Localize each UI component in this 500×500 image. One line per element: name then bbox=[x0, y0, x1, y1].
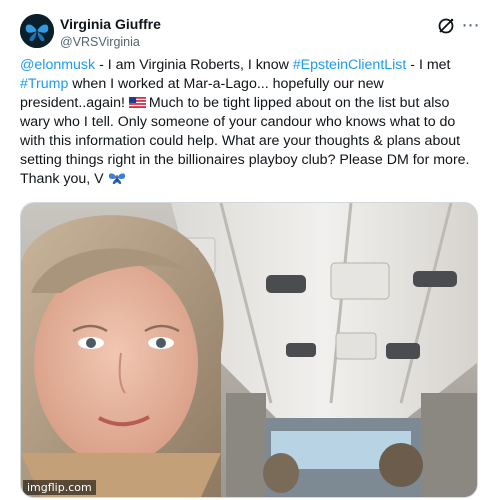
tweet-card: Virginia Giuffre @VRSVirginia ⋯ @elonmus… bbox=[6, 4, 492, 498]
butterfly-emoji-icon bbox=[108, 173, 125, 184]
tweet-photo[interactable]: imgflip.com bbox=[20, 202, 478, 498]
hashtag-link[interactable]: #Trump bbox=[20, 76, 68, 92]
tweet-text-part: - I met bbox=[406, 57, 451, 73]
grok-icon[interactable] bbox=[436, 16, 456, 36]
selfie-photo-image bbox=[21, 203, 477, 497]
author-name[interactable]: Virginia Giuffre bbox=[60, 16, 161, 32]
more-options-icon[interactable]: ⋯ bbox=[460, 14, 482, 36]
profile-avatar[interactable] bbox=[20, 14, 54, 48]
author-handle[interactable]: @VRSVirginia bbox=[60, 35, 140, 49]
mention-link[interactable]: @elonmusk bbox=[20, 57, 95, 73]
hashtag-link[interactable]: #EpsteinClientList bbox=[293, 57, 407, 73]
us-flag-icon bbox=[128, 97, 146, 108]
tweet-text-part: - I am Virginia Roberts, I know bbox=[95, 57, 293, 73]
watermark-text: imgflip.com bbox=[23, 480, 96, 495]
tweet-text: @elonmusk - I am Virginia Roberts, I kno… bbox=[20, 56, 482, 189]
butterfly-avatar-icon bbox=[20, 14, 54, 48]
